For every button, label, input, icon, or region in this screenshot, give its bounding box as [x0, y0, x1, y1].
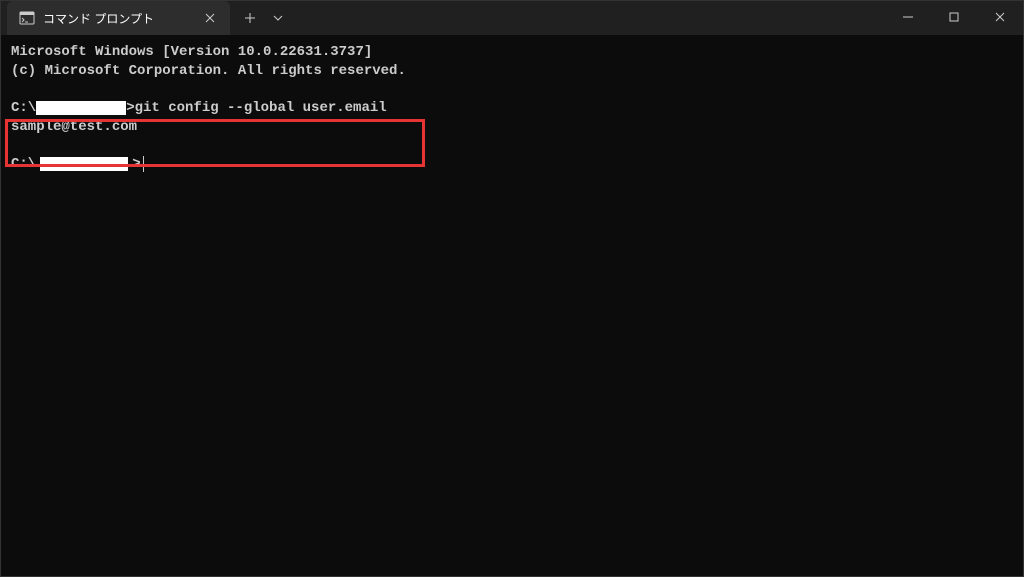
terminal-window: コマンド プロンプト: [0, 0, 1024, 577]
tab-close-button[interactable]: [202, 10, 218, 26]
new-tab-button[interactable]: [234, 3, 266, 33]
redacted-path: [36, 101, 126, 115]
window-controls: [885, 1, 1023, 35]
tab-dropdown-button[interactable]: [266, 3, 290, 33]
redacted-path-2: [40, 157, 128, 171]
prompt-prefix: C:\: [11, 99, 36, 118]
command-line-2: C:\ >: [11, 155, 1013, 174]
tab-title: コマンド プロンプト: [43, 10, 154, 27]
version-line: Microsoft Windows [Version 10.0.22631.37…: [11, 43, 1013, 62]
prompt-prefix-2: C:\: [11, 155, 36, 174]
titlebar: コマンド プロンプト: [1, 1, 1023, 35]
cmd-icon: [19, 10, 35, 26]
command-arg-line: sample@test.com: [11, 118, 1013, 137]
maximize-button[interactable]: [931, 1, 977, 33]
copyright-line: (c) Microsoft Corporation. All rights re…: [11, 62, 1013, 81]
command-text: >git config --global user.email: [126, 99, 386, 118]
tab-cmd[interactable]: コマンド プロンプト: [7, 1, 230, 35]
command-line-1: C:\ >git config --global user.email: [11, 99, 1013, 118]
cursor: [143, 156, 144, 172]
close-window-button[interactable]: [977, 1, 1023, 33]
minimize-button[interactable]: [885, 1, 931, 33]
terminal-body[interactable]: Microsoft Windows [Version 10.0.22631.37…: [1, 35, 1023, 576]
prompt-suffix: >: [132, 155, 140, 174]
